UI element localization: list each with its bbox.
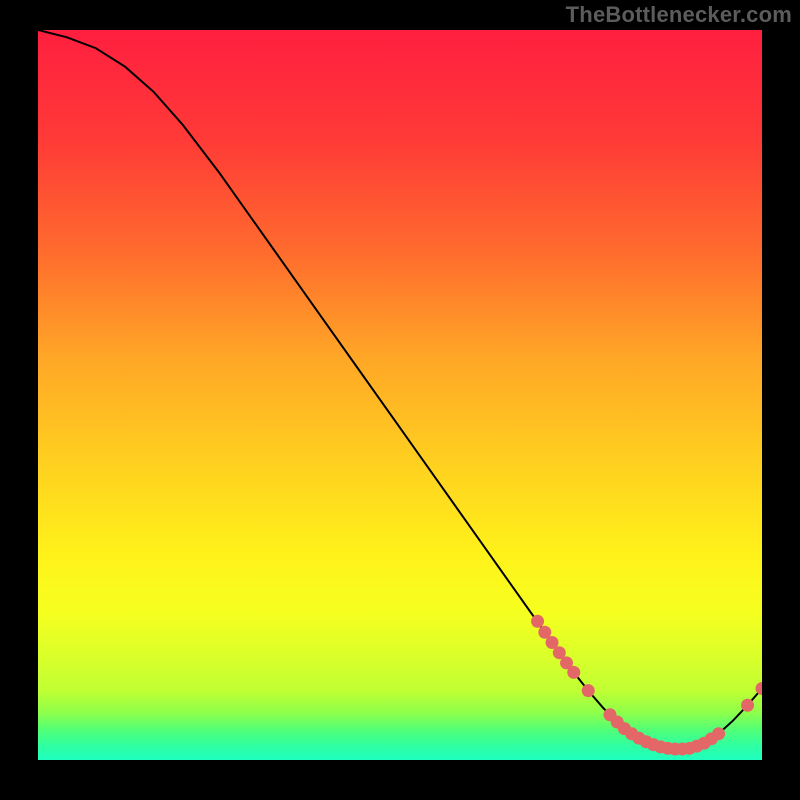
plot-area	[38, 30, 762, 760]
curve-marker	[741, 699, 754, 712]
curve-marker	[712, 727, 725, 740]
curve-marker	[567, 666, 580, 679]
chart-svg	[38, 30, 762, 760]
curve-marker	[531, 615, 544, 628]
chart-frame: TheBottlenecker.com	[0, 0, 800, 800]
gradient-background	[38, 30, 762, 760]
watermark-text: TheBottlenecker.com	[566, 2, 792, 28]
curve-marker	[582, 684, 595, 697]
